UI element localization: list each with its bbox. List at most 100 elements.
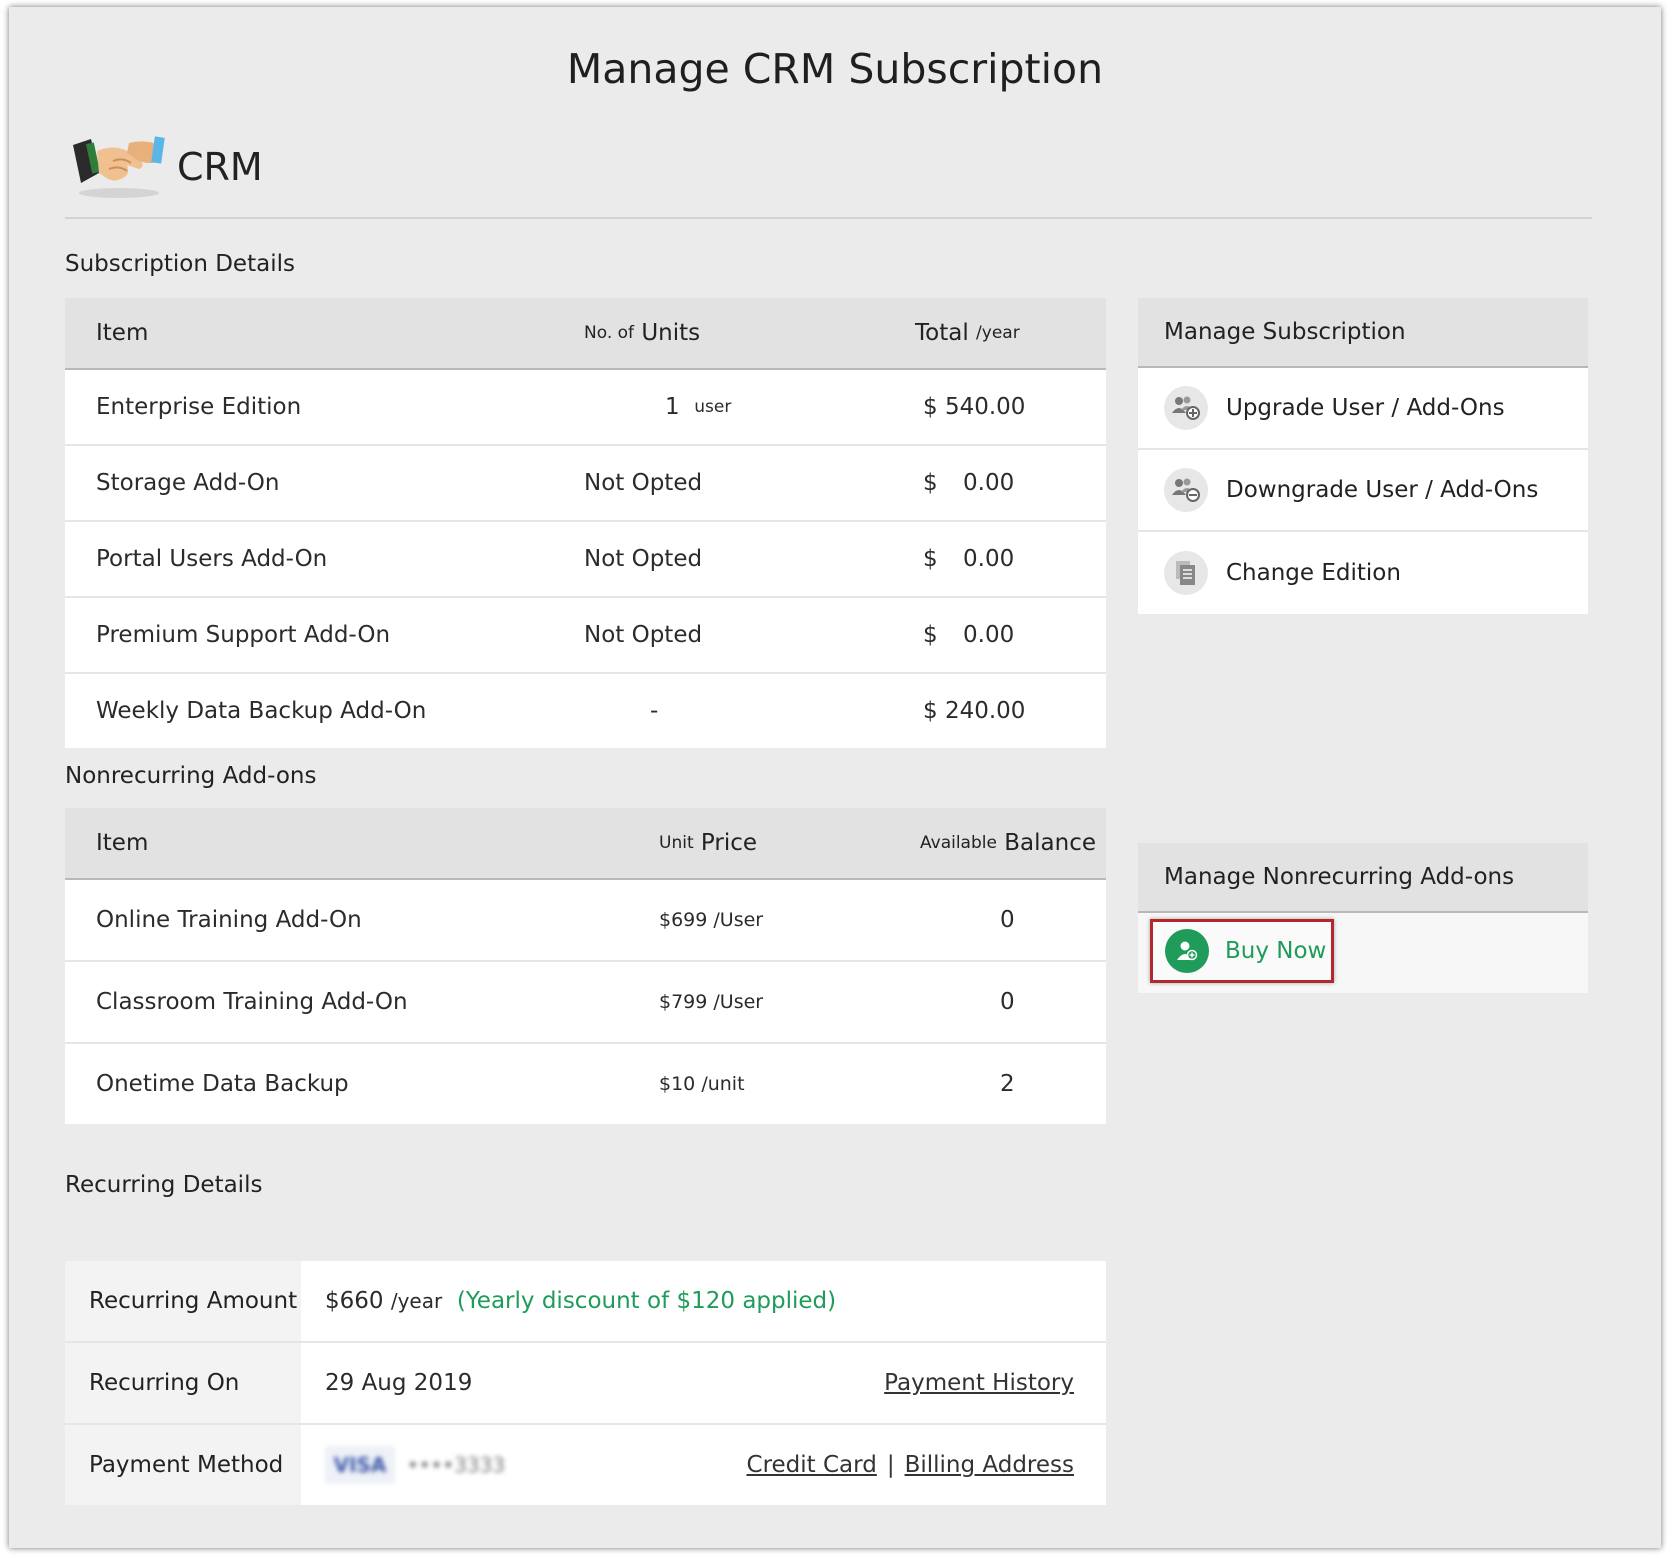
table-row: Storage Add-On Not Opted $0.00	[65, 446, 1106, 522]
amount-unit: /year	[390, 1289, 443, 1313]
row-item: Premium Support Add-On	[96, 622, 391, 648]
row-total: $ 540.00	[923, 370, 1025, 444]
manage-subscription-title: Manage Subscription	[1138, 298, 1588, 368]
price-unit: /User	[713, 909, 764, 931]
recurring-amount-value: $660 /year (Yearly discount of $120 appl…	[301, 1261, 1106, 1341]
subscription-table: Item No. of Units Total /year Enterprise…	[65, 298, 1106, 748]
header-item: Item	[96, 830, 149, 856]
handshake-icon	[69, 127, 177, 207]
header-item: Item	[96, 320, 149, 346]
card-number: ••••3333	[407, 1453, 506, 1477]
card-info: VISA ••••3333	[325, 1446, 505, 1484]
row-units: Not Opted	[584, 470, 703, 496]
currency-symbol: $	[923, 622, 938, 648]
header-units-label: Units	[641, 320, 701, 346]
row-units: -	[650, 698, 659, 724]
recurring-on-row: Recurring On 29 Aug 2019 Payment History	[65, 1343, 1106, 1425]
recurring-date: 29 Aug 2019	[325, 1370, 473, 1396]
total-amount: 540.00	[944, 394, 1026, 420]
users-minus-icon	[1164, 468, 1208, 512]
price-unit: /User	[713, 991, 764, 1013]
header-price: Unit Price	[659, 808, 757, 878]
units-value: 1	[665, 394, 680, 420]
page-title: Manage CRM Subscription	[566, 45, 1104, 93]
price-value: $10	[659, 1073, 696, 1095]
row-total: $0.00	[923, 522, 1014, 596]
total-amount: 0.00	[963, 470, 1015, 496]
header-divider	[65, 217, 1592, 219]
total-amount: 0.00	[963, 622, 1015, 648]
recurring-section-title: Recurring Details	[65, 1172, 263, 1198]
currency-symbol: $	[923, 546, 938, 572]
table-row: Onetime Data Backup $10 /unit 2	[65, 1044, 1106, 1124]
row-total: $0.00	[923, 598, 1014, 672]
app-window: Manage CRM Subscription CRM Subscription…	[9, 7, 1661, 1548]
downgrade-users-button[interactable]: Downgrade User / Add-Ons	[1138, 450, 1588, 532]
row-item: Online Training Add-On	[96, 907, 362, 933]
change-edition-button[interactable]: Change Edition	[1138, 532, 1588, 614]
header-balance: Available Balance	[920, 808, 1096, 878]
recurring-details-table: Recurring Amount $660 /year (Yearly disc…	[65, 1261, 1106, 1505]
credit-card-link[interactable]: Credit Card	[747, 1452, 877, 1478]
document-icon	[1164, 551, 1208, 595]
row-balance: 2	[1000, 1071, 1015, 1097]
table-row: Online Training Add-On $699 /User 0	[65, 880, 1106, 962]
header-balance-label: Balance	[1004, 830, 1096, 856]
header-balance-prefix: Available	[920, 833, 997, 853]
payment-links: Credit Card | Billing Address	[747, 1452, 1074, 1478]
row-price: $10 /unit	[659, 1044, 745, 1124]
recurring-on-value: 29 Aug 2019 Payment History	[301, 1343, 1106, 1423]
recurring-on-label: Recurring On	[65, 1343, 301, 1423]
header-units-prefix: No. of	[584, 323, 635, 343]
header-total-label: Total	[915, 320, 969, 346]
discount-note: (Yearly discount of $120 applied)	[456, 1288, 837, 1314]
row-item: Classroom Training Add-On	[96, 989, 408, 1015]
units-unit: user	[694, 397, 732, 417]
manage-nonrecurring-panel: Manage Nonrecurring Add-ons Buy Now	[1138, 843, 1588, 993]
price-value: $699	[659, 909, 708, 931]
change-edition-label: Change Edition	[1226, 560, 1401, 586]
buy-now-row: Buy Now	[1138, 913, 1588, 993]
price-value: $799	[659, 991, 708, 1013]
app-header: CRM	[69, 127, 263, 207]
currency-symbol: $	[923, 394, 938, 420]
row-units: 1 user	[665, 370, 731, 444]
currency-symbol: $	[923, 470, 938, 496]
total-amount: 240.00	[944, 698, 1026, 724]
row-item: Storage Add-On	[96, 470, 280, 496]
header-total: Total /year	[915, 298, 1020, 368]
nonrecurring-table: Item Unit Price Available Balance Online…	[65, 808, 1106, 1124]
user-add-icon	[1165, 929, 1209, 973]
link-separator: |	[886, 1452, 895, 1478]
subscription-table-header: Item No. of Units Total /year	[65, 298, 1106, 370]
header-units: No. of Units	[584, 298, 700, 368]
recurring-amount-row: Recurring Amount $660 /year (Yearly disc…	[65, 1261, 1106, 1343]
payment-history-link[interactable]: Payment History	[884, 1370, 1074, 1396]
buy-now-button[interactable]: Buy Now	[1150, 919, 1334, 983]
table-row: Portal Users Add-On Not Opted $0.00	[65, 522, 1106, 598]
nonrecurring-table-header: Item Unit Price Available Balance	[65, 808, 1106, 880]
row-total: $0.00	[923, 446, 1014, 520]
upgrade-users-button[interactable]: Upgrade User / Add-Ons	[1138, 368, 1588, 450]
table-row: Weekly Data Backup Add-On - $ 240.00	[65, 674, 1106, 748]
amount-value: $660	[325, 1288, 384, 1314]
row-units: Not Opted	[584, 622, 703, 648]
row-price: $699 /User	[659, 880, 763, 960]
recurring-amount-label: Recurring Amount	[65, 1261, 301, 1341]
row-units: Not Opted	[584, 546, 703, 572]
payment-method-value: VISA ••••3333 Credit Card | Billing Addres…	[301, 1425, 1106, 1505]
total-amount: 0.00	[963, 546, 1015, 572]
row-item: Portal Users Add-On	[96, 546, 328, 572]
header-price-label: Price	[700, 830, 758, 856]
header-total-suffix: /year	[976, 323, 1020, 343]
row-item: Enterprise Edition	[96, 394, 302, 420]
price-unit: /unit	[701, 1073, 745, 1095]
nonrecurring-section-title: Nonrecurring Add-ons	[65, 763, 317, 789]
manage-subscription-panel: Manage Subscription Upgrade User / Add-O…	[1138, 298, 1588, 614]
table-row: Premium Support Add-On Not Opted $0.00	[65, 598, 1106, 674]
billing-address-link[interactable]: Billing Address	[905, 1452, 1074, 1478]
payment-method-label: Payment Method	[65, 1425, 301, 1505]
row-balance: 0	[1000, 989, 1015, 1015]
row-item: Weekly Data Backup Add-On	[96, 698, 427, 724]
visa-card-icon: VISA	[325, 1446, 395, 1484]
